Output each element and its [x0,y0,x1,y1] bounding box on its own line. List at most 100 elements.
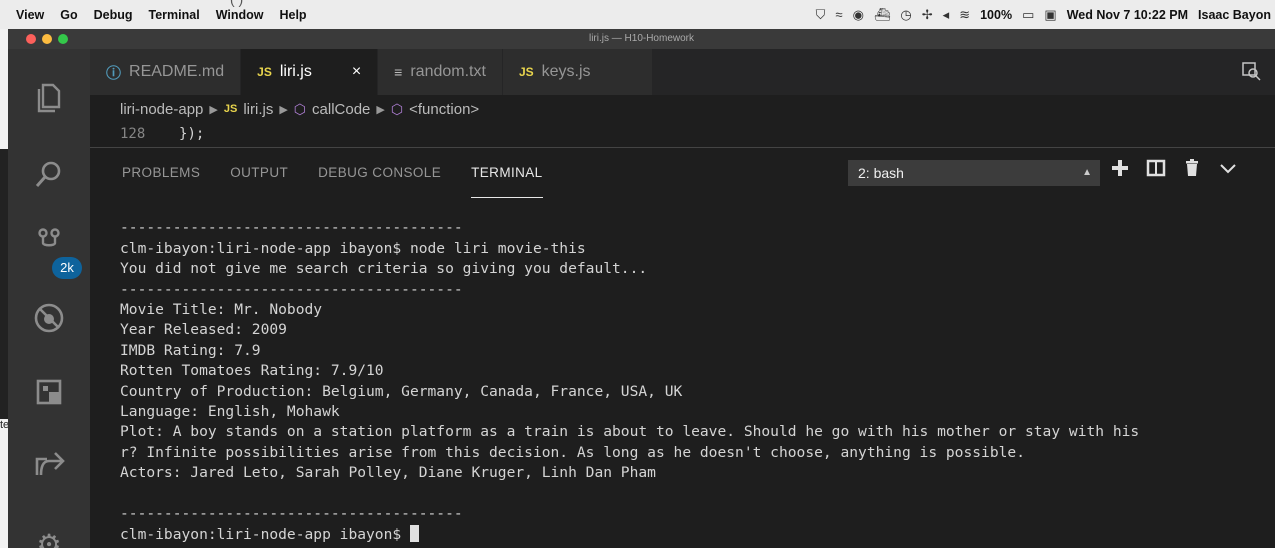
text-file-icon: ≡ [394,64,403,80]
datetime[interactable]: Wed Nov 7 10:22 PM [1067,8,1188,22]
terminal-output[interactable]: --------------------------------------- c… [90,198,1275,548]
info-icon: ⓘ [106,64,122,82]
minimize-window-button[interactable] [42,34,52,44]
macos-menu-bar: View Go Debug Terminal Window Help ( ) ⛉… [0,0,1275,29]
tab-label: liri.js [279,63,312,80]
vscode-window: liri.js — H10-Homework 2k ⚙ ⓘ README.md … [8,29,1275,548]
chevron-down-icon[interactable] [1218,158,1238,184]
code-text: }); [179,126,205,142]
menu-debug[interactable]: Debug [86,8,141,22]
js-file-icon: JS [223,103,238,115]
traffic-lights [26,34,68,44]
terminal-prompt: clm-ibayon:liri-node-app ibayon$ [120,525,410,543]
terminal-line: Plot: A boy stands on a station platform… [120,423,1140,441]
js-file-icon: JS [257,65,272,79]
window-title: liri.js — H10-Homework [588,33,694,44]
editor-tabs: ⓘ README.md JS liri.js × ≡ random.txt JS… [90,49,1275,95]
menu-terminal[interactable]: Terminal [141,8,208,22]
select-arrows-icon: ▲ [1082,167,1092,178]
tab-random-txt[interactable]: ≡ random.txt [378,49,503,95]
menu-items: View Go Debug Terminal Window Help [0,0,315,29]
terminal-line: --------------------------------------- [120,505,463,523]
explorer-icon[interactable] [8,73,90,123]
terminal-cursor [409,524,419,542]
partial-overlay-text: ( ) [230,0,243,7]
js-file-icon: JS [518,65,534,79]
tab-label: README.md [129,63,225,80]
approx-icon[interactable]: ≈ [835,7,842,22]
tab-problems[interactable]: PROBLEMS [122,148,200,198]
user-name[interactable]: Isaac Bayon [1198,8,1271,22]
shield-icon[interactable]: ⛉ [816,7,826,23]
terminal-line: Language: English, Mohawk [120,403,340,421]
breadcrumb-file[interactable]: liri.js [243,101,273,118]
breadcrumb: liri-node-app ▶ JS liri.js ▶ ⬡ callCode … [90,95,1275,123]
tab-output[interactable]: OUTPUT [230,148,288,198]
cube-icon: ⬡ [293,100,307,117]
terminal-select[interactable]: 2: bash ▲ [848,160,1100,186]
trash-icon[interactable] [1182,158,1202,184]
battery-icon[interactable]: ▭ [1022,7,1034,23]
terminal-line: --------------------------------------- [120,219,463,237]
terminal-line: IMDB Rating: 7.9 [120,341,261,359]
menu-go[interactable]: Go [52,8,85,22]
panel-header: PROBLEMS OUTPUT DEBUG CONSOLE TERMINAL 2… [90,148,1275,198]
clock-icon[interactable]: ◷ [900,7,911,23]
circle-icon[interactable]: ◉ [853,7,864,23]
tab-label: random.txt [410,63,486,80]
terminal-line: You did not give me search criteria so g… [120,260,648,278]
close-tab-icon[interactable]: × [352,63,361,81]
zoom-window-button[interactable] [58,34,68,44]
debug-icon[interactable] [8,293,90,343]
terminal-line: --------------------------------------- [120,280,463,298]
settings-gear-icon[interactable]: ⚙ [8,519,90,548]
source-control-badge: 2k [52,257,82,279]
bluetooth-icon[interactable]: ✢ [922,7,933,23]
chevron-right-icon: ▶ [279,103,288,116]
extensions-icon[interactable] [8,367,90,417]
menu-help[interactable]: Help [271,8,314,22]
terminal-line: r? Infinite possibilities arise from thi… [120,443,1025,461]
window-titlebar: liri.js — H10-Homework [8,29,1275,49]
terminal-line: Movie Title: Mr. Nobody [120,301,323,319]
terminal-line: Year Released: 2009 [120,321,287,339]
tab-debug-console[interactable]: DEBUG CONSOLE [318,148,441,198]
tab-keys-js[interactable]: JS keys.js [502,49,653,95]
menu-window[interactable]: Window [208,8,272,22]
screen-icon[interactable]: ▣ [1044,7,1056,23]
line-number: 128 [120,126,146,142]
terminal-line: Rotten Tomatoes Rating: 7.9/10 [120,362,384,380]
tab-terminal[interactable]: TERMINAL [471,148,543,198]
chevron-right-icon: ▶ [209,103,218,116]
terminal-prompt-line[interactable]: clm-ibayon:liri-node-app ibayon$ [120,524,1275,545]
activity-bar: 2k ⚙ [8,49,90,548]
terminal-line: clm-ibayon:liri-node-app ibayon$ node li… [120,239,586,257]
close-window-button[interactable] [26,34,36,44]
menu-view[interactable]: View [8,8,52,22]
terminal-line: Country of Production: Belgium, Germany,… [120,382,683,400]
split-terminal-icon[interactable] [1146,158,1166,184]
breadcrumb-symbol[interactable]: callCode [312,101,370,118]
breadcrumb-symbol[interactable]: <function> [409,101,479,118]
new-terminal-icon[interactable] [1110,158,1130,184]
background-window-strip: te [0,29,9,548]
tab-label: keys.js [541,63,591,80]
battery-percent: 100% [980,7,1013,22]
status-area: ⛉ ≈ ◉ ⛴ ◷ ✢ ◂ ≋ 100% ▭ ▣ Wed Nov 7 10:22… [816,0,1271,29]
live-share-icon[interactable] [8,439,90,489]
breadcrumb-folder[interactable]: liri-node-app [120,101,203,118]
background-terminal-strip [0,149,8,419]
open-changes-icon[interactable] [1241,61,1261,86]
docker-icon[interactable]: ⛴ [874,7,891,23]
cube-icon: ⬡ [390,100,404,117]
code-line[interactable]: 128 }); [90,123,1275,145]
tab-liri-js[interactable]: JS liri.js × [241,49,379,95]
search-icon[interactable] [8,149,90,199]
terminal-select-value: 2: bash [858,165,904,181]
chevron-right-icon: ▶ [376,103,385,116]
volume-icon[interactable]: ◂ [943,7,950,23]
wifi-icon[interactable]: ≋ [959,7,970,23]
tab-readme[interactable]: ⓘ README.md [90,49,242,95]
